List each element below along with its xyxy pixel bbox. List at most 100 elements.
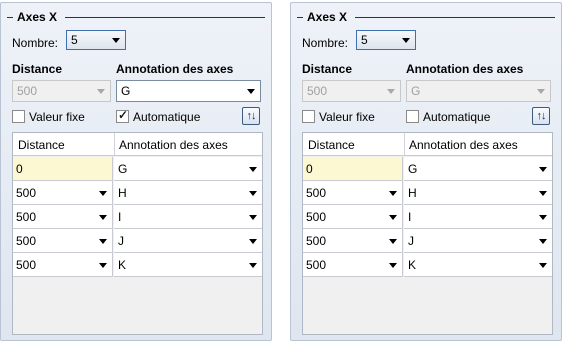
chevron-down-icon	[539, 239, 547, 244]
annotation-cell[interactable]: G	[114, 157, 262, 181]
distance-cell[interactable]: 500	[13, 229, 113, 253]
annotation-cell[interactable]: H	[114, 181, 262, 205]
cell-value: 500	[306, 258, 327, 272]
column-divider	[114, 133, 115, 155]
chevron-down-icon	[539, 215, 547, 220]
distance-cell[interactable]: 0	[303, 157, 403, 181]
cell-value: 500	[306, 186, 327, 200]
distance-value: 500	[17, 84, 38, 98]
annotation-dropdown[interactable]: G	[116, 80, 261, 102]
annotation-cell[interactable]: H	[404, 181, 552, 205]
annotation-cell[interactable]: J	[114, 229, 262, 253]
group-divider	[297, 17, 303, 18]
column-divider	[404, 133, 405, 155]
cell-value: 0	[16, 162, 23, 176]
cell-value: J	[118, 234, 124, 248]
distance-label: Distance	[12, 62, 63, 76]
table-header: Distance Annotation des axes	[303, 133, 552, 156]
chevron-down-icon	[112, 38, 120, 43]
distance-cell[interactable]: 0	[13, 157, 113, 181]
chevron-down-icon	[249, 215, 257, 220]
cell-value: 500	[306, 234, 327, 248]
distance-label: Distance	[302, 62, 353, 76]
chevron-down-icon	[387, 89, 395, 94]
distance-cell[interactable]: 500	[13, 205, 113, 229]
annotation-label: Annotation des axes	[406, 62, 524, 76]
nombre-value: 5	[361, 33, 368, 47]
checkmark-icon: ✓	[118, 108, 129, 122]
chevron-down-icon	[249, 167, 257, 172]
chevron-down-icon	[247, 89, 255, 94]
sort-button[interactable]: ↑↓	[242, 107, 260, 125]
sort-arrows-icon: ↑↓	[536, 110, 547, 122]
chevron-down-icon	[402, 38, 410, 43]
table-row: 500 H	[13, 181, 262, 205]
chevron-down-icon	[249, 263, 257, 268]
cell-value: 500	[306, 210, 327, 224]
column-header-distance: Distance	[308, 138, 355, 152]
table-row: 500 I	[303, 205, 552, 229]
axes-x-panel-left: Axes X Nombre: 5 Distance Annotation des…	[0, 2, 272, 341]
distance-dropdown: 500	[302, 80, 401, 102]
cell-value: 500	[16, 186, 37, 200]
chevron-down-icon	[389, 215, 397, 220]
cell-value: I	[118, 210, 122, 224]
annotation-cell[interactable]: I	[114, 205, 262, 229]
distance-cell[interactable]: 500	[13, 181, 113, 205]
cell-value: 500	[16, 210, 37, 224]
distance-cell[interactable]: 500	[303, 181, 403, 205]
annotation-cell[interactable]: G	[404, 157, 552, 181]
automatique-label: Automatique	[133, 110, 201, 124]
axes-table: Distance Annotation des axes 0 G 500 H 5…	[302, 132, 553, 335]
cell-value: J	[408, 234, 414, 248]
nombre-dropdown[interactable]: 5	[356, 30, 416, 50]
cell-value: H	[118, 186, 127, 200]
table-row: 500 J	[13, 229, 262, 253]
distance-value: 500	[307, 84, 328, 98]
chevron-down-icon	[537, 89, 545, 94]
chevron-down-icon	[249, 191, 257, 196]
group-title: Axes X	[307, 10, 348, 24]
chevron-down-icon	[389, 263, 397, 268]
cell-value: G	[408, 162, 418, 176]
table-row: 0 G	[303, 157, 552, 181]
chevron-down-icon	[539, 167, 547, 172]
distance-cell[interactable]: 500	[303, 205, 403, 229]
axes-x-panel-right: Axes X Nombre: 5 Distance Annotation des…	[290, 2, 562, 341]
annotation-cell[interactable]: K	[114, 253, 262, 277]
valeur-fixe-checkbox[interactable]	[302, 110, 315, 123]
annotation-cell[interactable]: I	[404, 205, 552, 229]
distance-cell[interactable]: 500	[13, 253, 113, 277]
group-divider	[7, 17, 13, 18]
annotation-label: Annotation des axes	[116, 62, 234, 76]
group-title: Axes X	[17, 10, 58, 24]
nombre-label: Nombre:	[12, 36, 59, 50]
chevron-down-icon	[539, 263, 547, 268]
chevron-down-icon	[99, 191, 107, 196]
group-header: Axes X	[7, 9, 265, 25]
chevron-down-icon	[249, 239, 257, 244]
table-row: 500 I	[13, 205, 262, 229]
valeur-fixe-label: Valeur fixe	[29, 110, 85, 124]
annotation-value: G	[411, 84, 421, 98]
cell-value: K	[118, 258, 127, 272]
column-header-distance: Distance	[18, 138, 65, 152]
sort-button[interactable]: ↑↓	[532, 107, 550, 125]
group-divider	[65, 17, 265, 18]
distance-dropdown: 500	[12, 80, 111, 102]
annotation-cell[interactable]: J	[404, 229, 552, 253]
distance-cell[interactable]: 500	[303, 253, 403, 277]
valeur-fixe-checkbox[interactable]	[12, 110, 25, 123]
cell-value: 500	[16, 234, 37, 248]
sort-arrows-icon: ↑↓	[246, 110, 257, 122]
chevron-down-icon	[389, 191, 397, 196]
annotation-value: G	[121, 84, 131, 98]
distance-cell[interactable]: 500	[303, 229, 403, 253]
annotation-cell[interactable]: K	[404, 253, 552, 277]
automatique-checkbox[interactable]	[406, 110, 419, 123]
cell-value: H	[408, 186, 417, 200]
nombre-dropdown[interactable]: 5	[66, 30, 126, 50]
table-row: 500 H	[303, 181, 552, 205]
cell-value: I	[408, 210, 412, 224]
automatique-checkbox[interactable]: ✓	[116, 108, 129, 123]
